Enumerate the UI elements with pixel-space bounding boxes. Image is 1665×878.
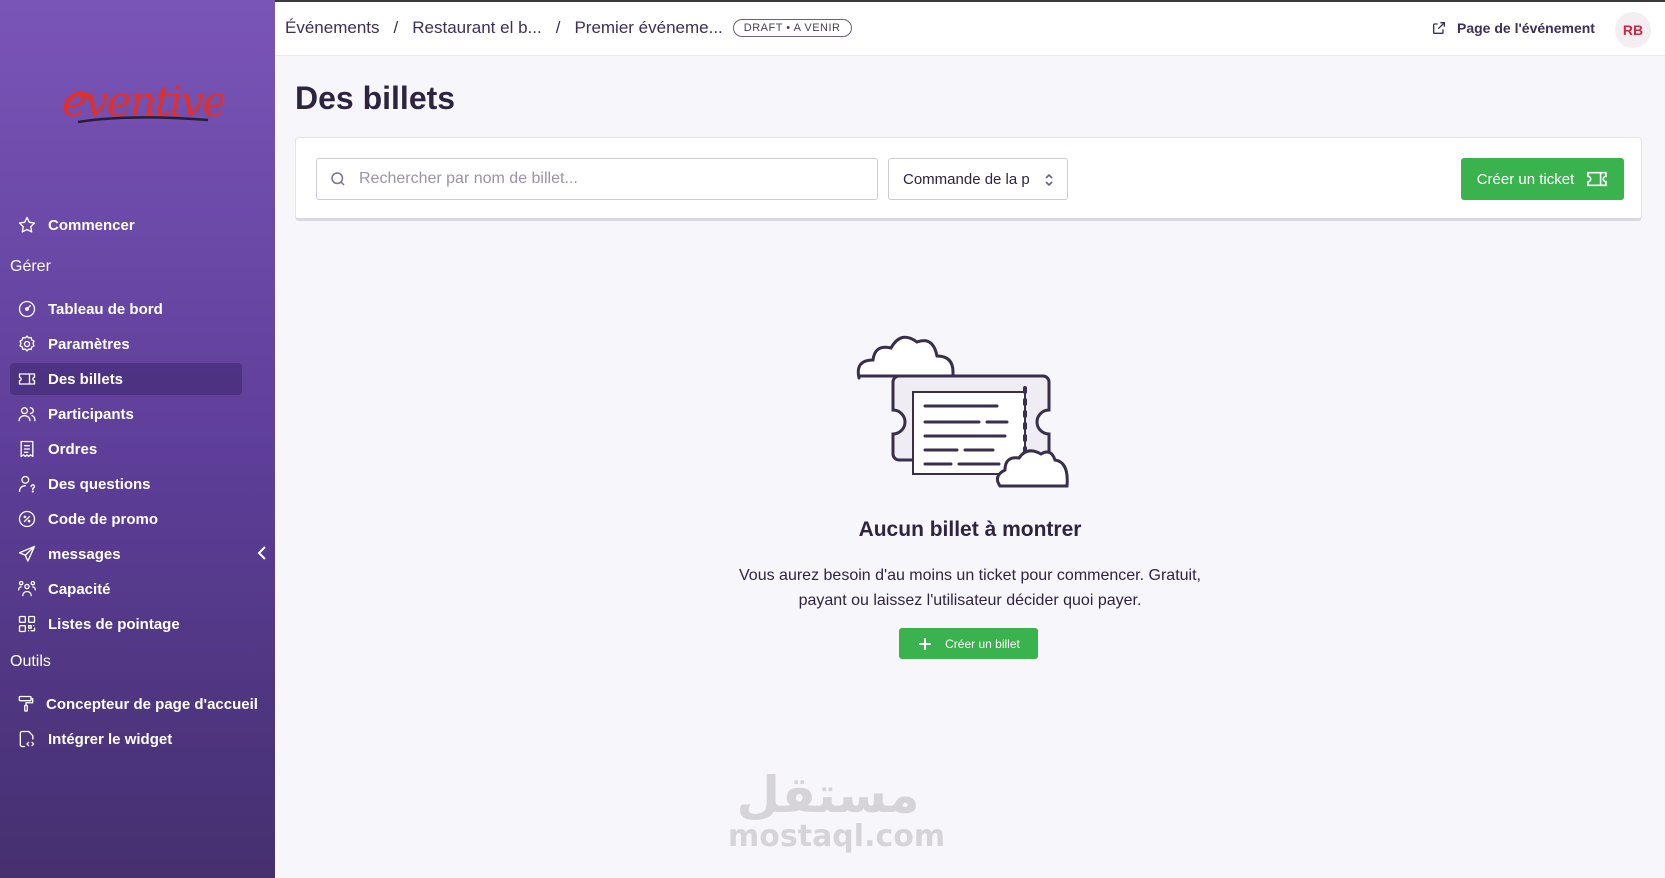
- breadcrumb-separator: /: [555, 18, 561, 37]
- sidebar-item-checklists[interactable]: Listes de pointage: [10, 608, 242, 640]
- avatar[interactable]: RB: [1615, 12, 1651, 48]
- chevron-left-icon: [257, 546, 266, 560]
- embed-icon: [16, 728, 38, 750]
- users-icon: [16, 403, 38, 425]
- discount-icon: [16, 508, 38, 530]
- sort-select-value: Commande de la page: [903, 170, 1029, 188]
- star-icon: [16, 214, 38, 236]
- top-bar: Événements / Restaurant el b... / Premie…: [275, 0, 1665, 56]
- sidebar-item-label: Tableau de bord: [48, 300, 163, 318]
- group-icon: [16, 578, 38, 600]
- sidebar-item-label: Concepteur de page d'accueil: [46, 695, 258, 713]
- page-title: Des billets: [295, 80, 456, 116]
- section-heading-tools: Outils: [10, 653, 51, 670]
- dashboard-icon: [16, 298, 38, 320]
- sidebar-item-commencer[interactable]: Commencer: [10, 209, 242, 241]
- section-heading-manage: Gérer: [10, 258, 51, 275]
- create-ticket-button[interactable]: Créer un ticket: [1461, 158, 1624, 200]
- ticket-icon: [16, 368, 38, 390]
- breadcrumb-organizer[interactable]: Restaurant el b...: [412, 18, 541, 38]
- sidebar-item-label: Intégrer le widget: [48, 730, 173, 748]
- eventive-logo[interactable]: eventive: [58, 76, 228, 136]
- sidebar-item-promo-code[interactable]: Code de promo: [10, 503, 242, 535]
- sidebar-item-label: Des questions: [48, 475, 151, 493]
- sidebar-item-orders[interactable]: Ordres: [10, 433, 242, 465]
- tickets-toolbar: Commande de la page Créer un ticket: [295, 137, 1642, 221]
- plus-icon: [919, 637, 932, 650]
- breadcrumb-event[interactable]: Premier événeme...: [574, 18, 722, 38]
- collapse-sidebar-button[interactable]: [254, 543, 270, 563]
- watermark-latin: mostaql.com: [728, 819, 946, 854]
- create-ticket-label: Créer un ticket: [1476, 170, 1575, 188]
- gear-icon: [16, 333, 38, 355]
- sort-select[interactable]: Commande de la page: [888, 158, 1068, 200]
- send-icon: [16, 543, 38, 565]
- sidebar-item-label: Code de promo: [48, 510, 159, 528]
- sidebar: eventive Commencer Gérer Tableau de bord…: [0, 0, 275, 878]
- sidebar-item-questions[interactable]: Des questions: [10, 468, 242, 500]
- external-link-icon: [1433, 22, 1445, 34]
- breadcrumb-separator: /: [393, 18, 399, 37]
- sidebar-item-label: Participants: [48, 405, 134, 423]
- search-field[interactable]: [316, 158, 878, 200]
- watermark-arabic: مستقل: [736, 766, 920, 824]
- qr-code-icon: [16, 613, 38, 635]
- event-page-link[interactable]: Page de l'événement: [1431, 20, 1595, 36]
- empty-state-title: Aucun billet à montrer: [858, 518, 1082, 541]
- sidebar-item-capacity[interactable]: Capacité: [10, 573, 242, 605]
- empty-state-description: Vous aurez besoin d'au moins un ticket p…: [739, 567, 1201, 609]
- sidebar-item-embed-widget[interactable]: Intégrer le widget: [10, 723, 242, 755]
- receipt-icon: [16, 438, 38, 460]
- user-question-icon: [16, 473, 38, 495]
- ticket-icon: [1587, 171, 1608, 187]
- breadcrumb: Événements / Restaurant el b... / Premie…: [285, 18, 852, 38]
- search-input[interactable]: [359, 170, 859, 188]
- sidebar-item-dashboard[interactable]: Tableau de bord: [10, 293, 242, 325]
- paint-roller-icon: [16, 693, 36, 715]
- sidebar-item-label: Listes de pointage: [48, 615, 180, 633]
- breadcrumb-events[interactable]: Événements: [285, 18, 380, 38]
- watermark: مستقل mostaql.com: [728, 766, 946, 860]
- sidebar-item-messages[interactable]: messages: [10, 538, 242, 570]
- sidebar-item-settings[interactable]: Paramètres: [10, 328, 242, 360]
- status-badge: DRAFT • A VENIR: [732, 19, 852, 37]
- sidebar-item-homepage-designer[interactable]: Concepteur de page d'accueil: [10, 688, 258, 720]
- create-billet-button[interactable]: Créer un billet: [899, 628, 1038, 659]
- sidebar-item-participants[interactable]: Participants: [10, 398, 242, 430]
- event-page-link-label: Page de l'événement: [1457, 20, 1595, 36]
- chevron-up-down-icon: [1045, 173, 1053, 187]
- sidebar-item-label: Des billets: [48, 370, 124, 388]
- sidebar-item-label: messages: [48, 545, 121, 563]
- sidebar-item-tickets[interactable]: Des billets: [10, 363, 242, 395]
- empty-tickets-illustration: [855, 330, 1085, 490]
- create-billet-label: Créer un billet: [945, 636, 1020, 651]
- sidebar-item-label: Ordres: [48, 440, 98, 458]
- search-icon: [331, 172, 345, 186]
- sidebar-item-label: Capacité: [48, 580, 111, 598]
- sidebar-item-label: Paramètres: [48, 335, 130, 353]
- sidebar-item-label: Commencer: [48, 216, 135, 234]
